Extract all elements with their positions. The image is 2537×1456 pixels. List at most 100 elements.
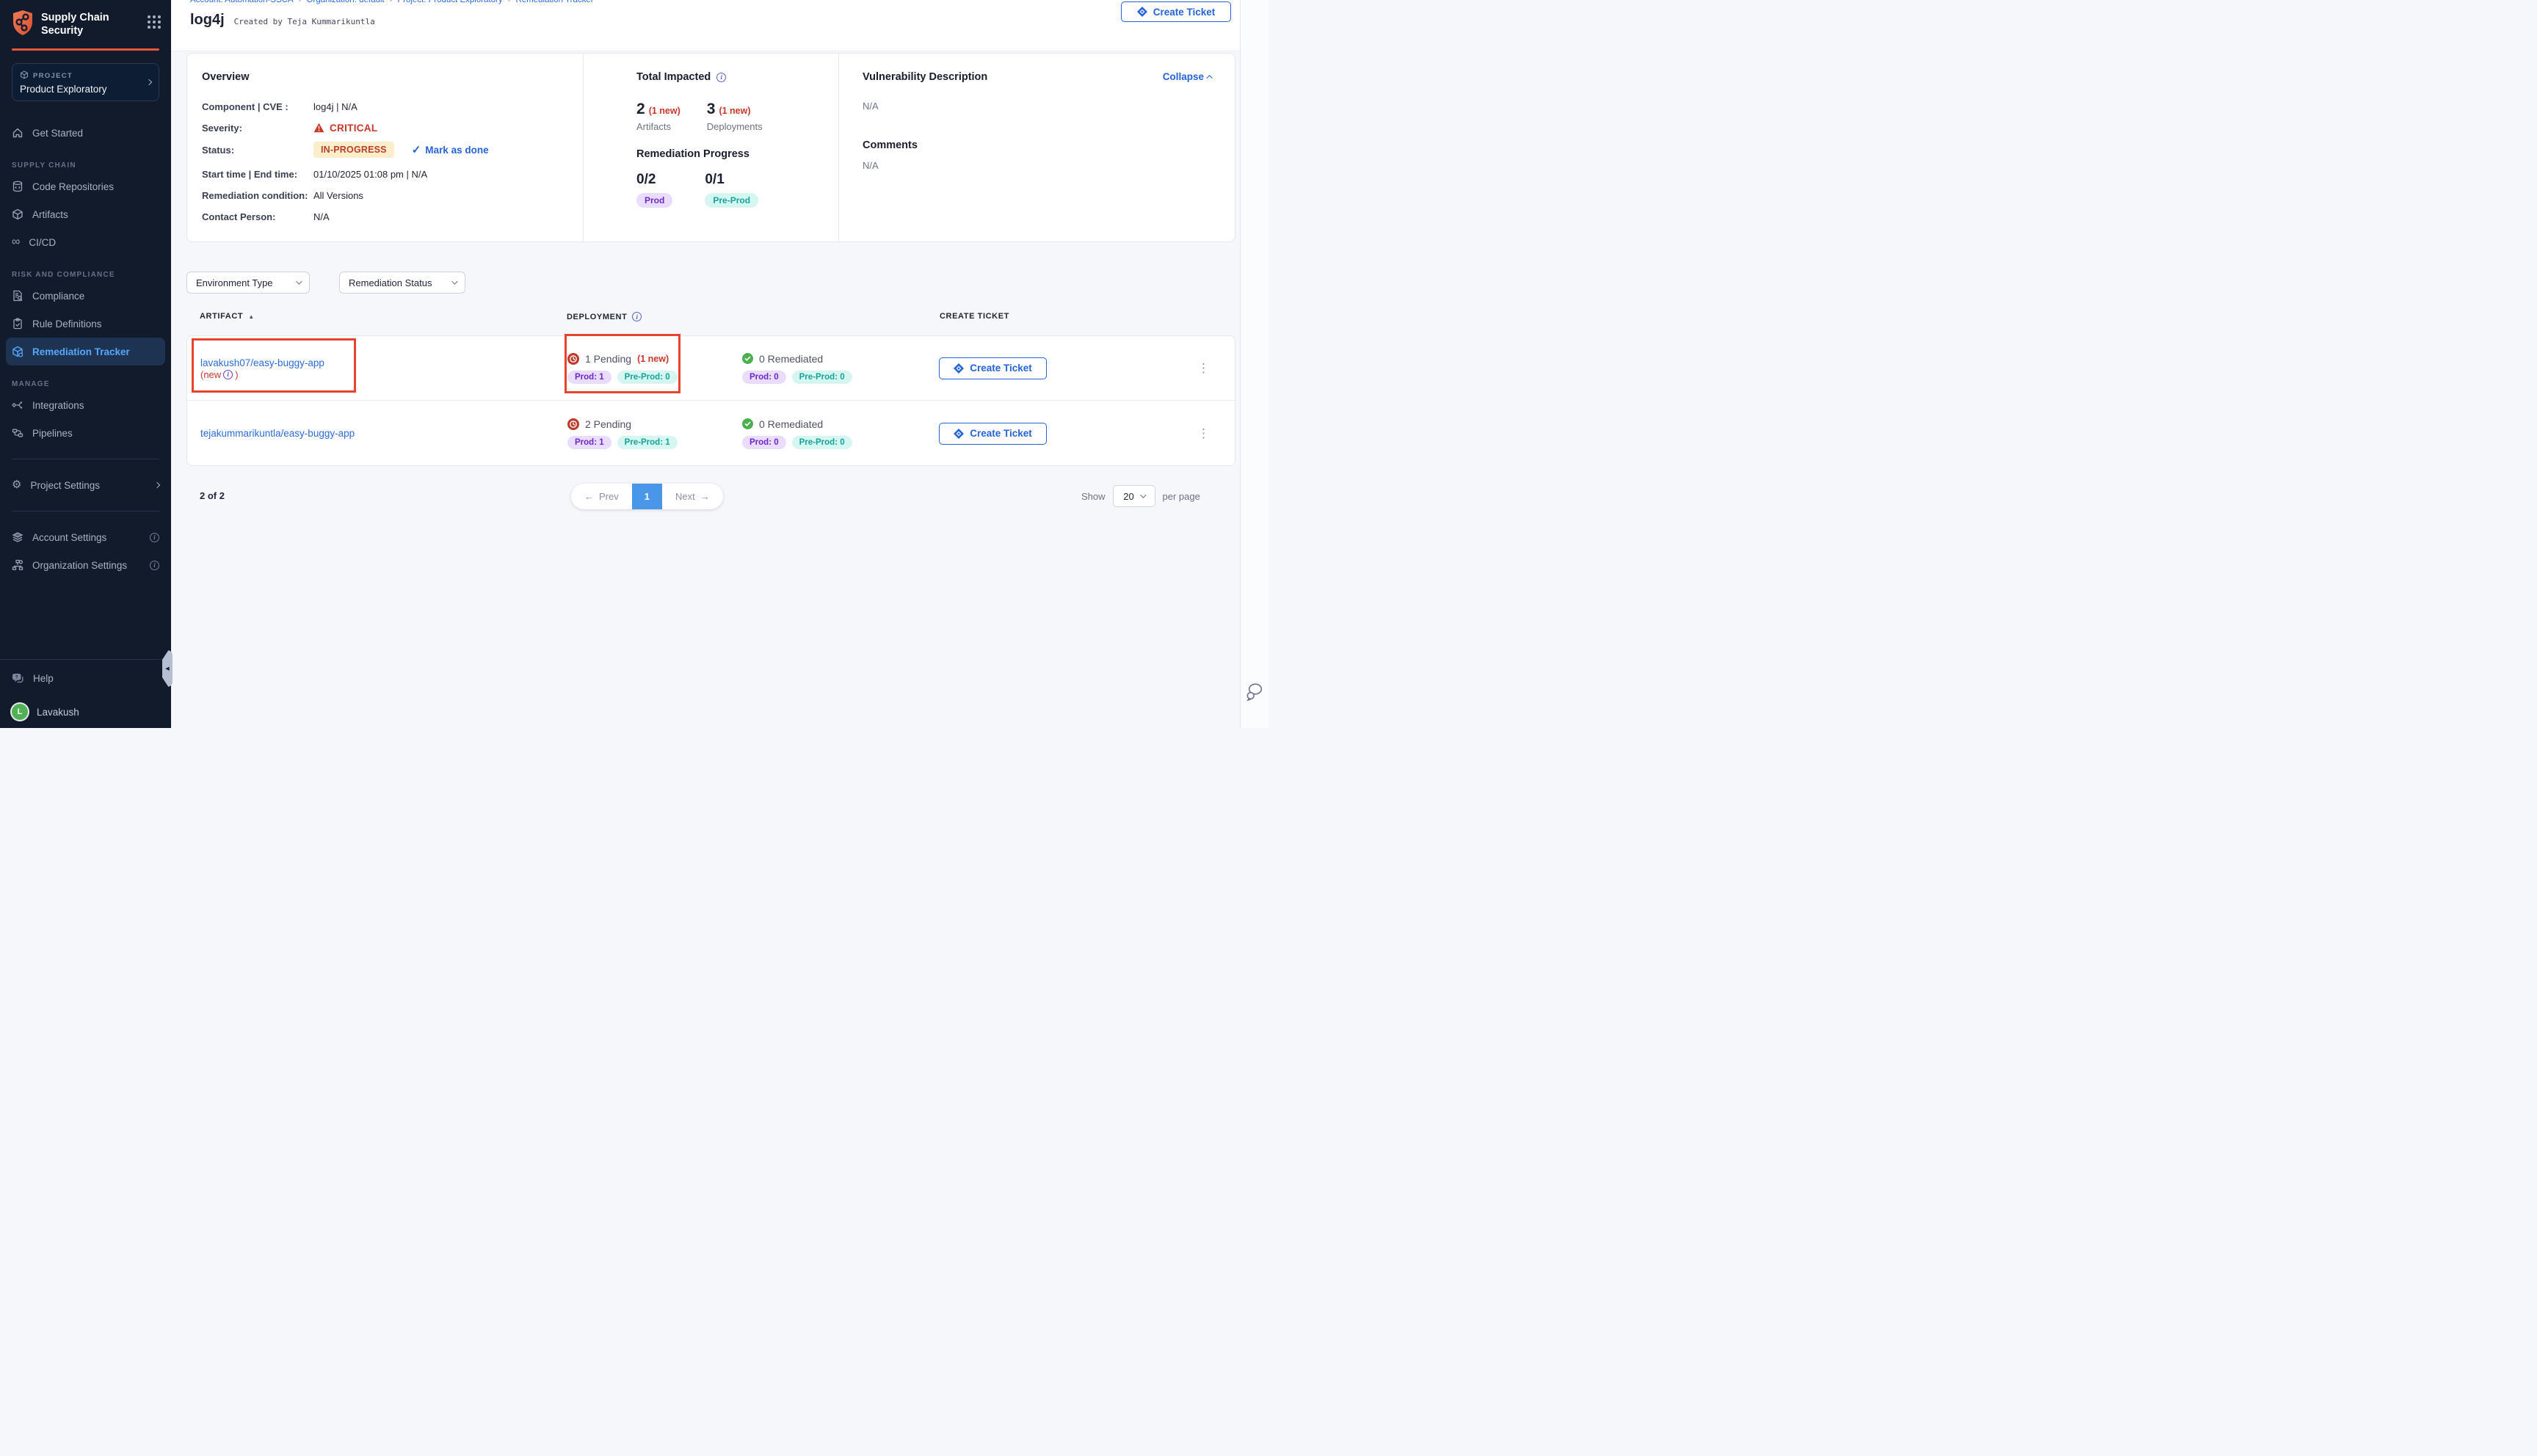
mark-as-done-link[interactable]: ✓ Mark as done xyxy=(412,143,489,156)
right-scroll-strip[interactable] xyxy=(1240,0,1268,728)
help-chat-icon: ? xyxy=(12,673,24,684)
sidebar-item-label: Remediation Tracker xyxy=(32,346,130,357)
deployments-new-count: (1 new) xyxy=(719,106,750,116)
component-cve-label: Component | CVE : xyxy=(202,101,313,112)
arrow-right-icon: → xyxy=(700,491,710,502)
support-chat-icon[interactable] xyxy=(1246,682,1265,705)
info-icon[interactable]: i xyxy=(632,312,642,321)
sidebar-item-integrations[interactable]: Integrations xyxy=(0,391,171,419)
row-menu-kebab-icon[interactable]: ⋮ xyxy=(1197,427,1210,440)
sidebar-item-artifacts[interactable]: Artifacts xyxy=(0,200,171,228)
create-ticket-button-header[interactable]: Create Ticket xyxy=(1121,1,1231,22)
critical-warning-icon xyxy=(313,123,324,133)
preprod-badge: Pre-Prod: 0 xyxy=(792,436,852,449)
environment-type-filter[interactable]: Environment Type xyxy=(186,272,310,294)
remediated-cell: 0 Remediated Prod: 0 Pre-Prod: 0 xyxy=(742,401,852,466)
artifact-link[interactable]: lavakush07/easy-buggy-app xyxy=(200,357,324,369)
create-ticket-button-row[interactable]: Create Ticket xyxy=(939,357,1047,379)
overview-card: Overview Component | CVE : log4j | N/A S… xyxy=(186,53,1235,242)
status-badge: IN-PROGRESS xyxy=(313,142,394,158)
sidebar-item-pipelines[interactable]: Pipelines xyxy=(0,419,171,447)
sort-ascending-icon: ▲ xyxy=(248,313,255,320)
sidebar-item-code-repositories[interactable]: Code Repositories xyxy=(0,172,171,200)
main-content: Account: Automation-SSCA › Organization: d… xyxy=(171,0,1268,728)
infinity-icon: ∞ xyxy=(12,238,20,247)
artifact-link[interactable]: tejakummarikuntla/easy-buggy-app xyxy=(200,427,355,440)
filter-label: Remediation Status xyxy=(349,277,432,288)
svg-text:?: ? xyxy=(15,674,18,680)
sidebar-item-label: Organization Settings xyxy=(32,560,127,571)
page-subtitle: Created by Teja Kummarikuntla xyxy=(234,17,375,26)
next-page-button[interactable]: Next → xyxy=(662,484,723,509)
collapse-link[interactable]: Collapse xyxy=(1163,71,1213,82)
breadcrumb-account[interactable]: Account: Automation-SSCA xyxy=(190,0,294,4)
severity-value: CRITICAL xyxy=(330,123,377,134)
row-menu-kebab-icon[interactable]: ⋮ xyxy=(1197,362,1210,374)
vulnerability-section: Vulnerability Description Collapse N/A C… xyxy=(839,54,1235,241)
sidebar-item-remediation-tracker[interactable]: Remediation Tracker xyxy=(6,338,165,365)
remediation-status-filter[interactable]: Remediation Status xyxy=(339,272,465,294)
page-size-select[interactable]: 20 xyxy=(1113,485,1155,507)
prod-badge: Prod: 0 xyxy=(742,436,786,449)
section-manage: MANAGE xyxy=(12,380,159,388)
info-icon: i xyxy=(150,561,159,570)
pending-icon xyxy=(567,418,579,430)
sidebar-item-organization-settings[interactable]: Organization Settings i xyxy=(0,551,171,579)
sidebar-item-project-settings[interactable]: ⚙ Project Settings xyxy=(0,471,171,499)
pipelines-icon xyxy=(12,427,23,439)
severity-label: Severity: xyxy=(202,123,313,134)
table-row: tejakummarikuntla/easy-buggy-app 2 Pendi… xyxy=(187,401,1235,466)
gear-icon: ⚙ xyxy=(12,480,21,490)
apps-grid-icon[interactable] xyxy=(148,15,161,29)
integrations-icon xyxy=(12,399,23,411)
info-icon[interactable]: i xyxy=(716,73,726,82)
per-page-label: per page xyxy=(1163,491,1200,502)
page-header: Account: Automation-SSCA › Organization: d… xyxy=(171,0,1268,51)
remediated-count: 0 Remediated xyxy=(759,353,823,365)
preprod-badge: Pre-Prod: 0 xyxy=(617,371,678,384)
prev-page-button[interactable]: ← Prev xyxy=(571,484,632,509)
avatar: L xyxy=(12,704,28,720)
project-selector[interactable]: PROJECT Product Exploratory xyxy=(12,63,159,101)
pagination-summary: 2 of 2 xyxy=(200,490,225,501)
button-label: Create Ticket xyxy=(1153,7,1216,18)
chevron-down-icon xyxy=(451,278,457,284)
column-header-artifact[interactable]: ARTIFACT ▲ xyxy=(200,312,255,321)
breadcrumb-remediation-tracker[interactable]: Remediation Tracker xyxy=(515,0,593,4)
sidebar-item-help[interactable]: ? Help xyxy=(0,664,171,692)
sidebar-item-compliance[interactable]: Compliance xyxy=(0,282,171,310)
contact-label: Contact Person: xyxy=(202,211,313,222)
pending-cell: 2 Pending Prod: 1 Pre-Prod: 1 xyxy=(567,401,678,466)
comments-heading: Comments xyxy=(863,139,1235,151)
page-number-1[interactable]: 1 xyxy=(632,484,662,509)
breadcrumb: Account: Automation-SSCA › Organization: d… xyxy=(190,0,1268,5)
pending-new-count: (1 new) xyxy=(637,354,669,364)
sidebar-item-cicd[interactable]: ∞ CI/CD xyxy=(0,228,171,256)
user-menu[interactable]: L Lavakush xyxy=(0,698,171,726)
remediation-cube-icon xyxy=(12,346,23,357)
breadcrumb-organization[interactable]: Organization: default xyxy=(306,0,384,4)
preprod-badge: Pre-Prod: 0 xyxy=(792,371,852,384)
info-icon: i xyxy=(150,533,159,542)
supply-chain-security-logo-icon xyxy=(12,10,34,40)
breadcrumb-separator: › xyxy=(390,0,393,4)
divider xyxy=(12,511,159,512)
artifacts-stat-label: Artifacts xyxy=(636,121,680,132)
collapse-caret-icon: ◀ xyxy=(165,666,169,671)
section-supply-chain: SUPPLY CHAIN xyxy=(12,161,159,170)
sidebar-item-label: Pipelines xyxy=(32,428,73,439)
sidebar-item-account-settings[interactable]: Account Settings i xyxy=(0,523,171,551)
create-ticket-button-row[interactable]: Create Ticket xyxy=(939,423,1047,445)
sidebar-item-get-started[interactable]: Get Started xyxy=(0,119,171,147)
column-header-deployment: DEPLOYMENT i xyxy=(567,312,642,321)
info-icon[interactable]: i xyxy=(223,370,233,379)
ticket-diamond-icon xyxy=(954,429,964,439)
breadcrumb-project[interactable]: Project: Product Exploratory xyxy=(397,0,502,4)
sidebar-item-label: Rule Definitions xyxy=(32,318,102,330)
project-name: Product Exploratory xyxy=(20,84,147,95)
condition-value: All Versions xyxy=(313,190,363,201)
overview-section: Overview Component | CVE : log4j | N/A S… xyxy=(187,54,583,241)
user-name: Lavakush xyxy=(37,707,79,718)
chevron-up-icon xyxy=(1206,75,1212,81)
sidebar-item-rule-definitions[interactable]: Rule Definitions xyxy=(0,310,171,338)
